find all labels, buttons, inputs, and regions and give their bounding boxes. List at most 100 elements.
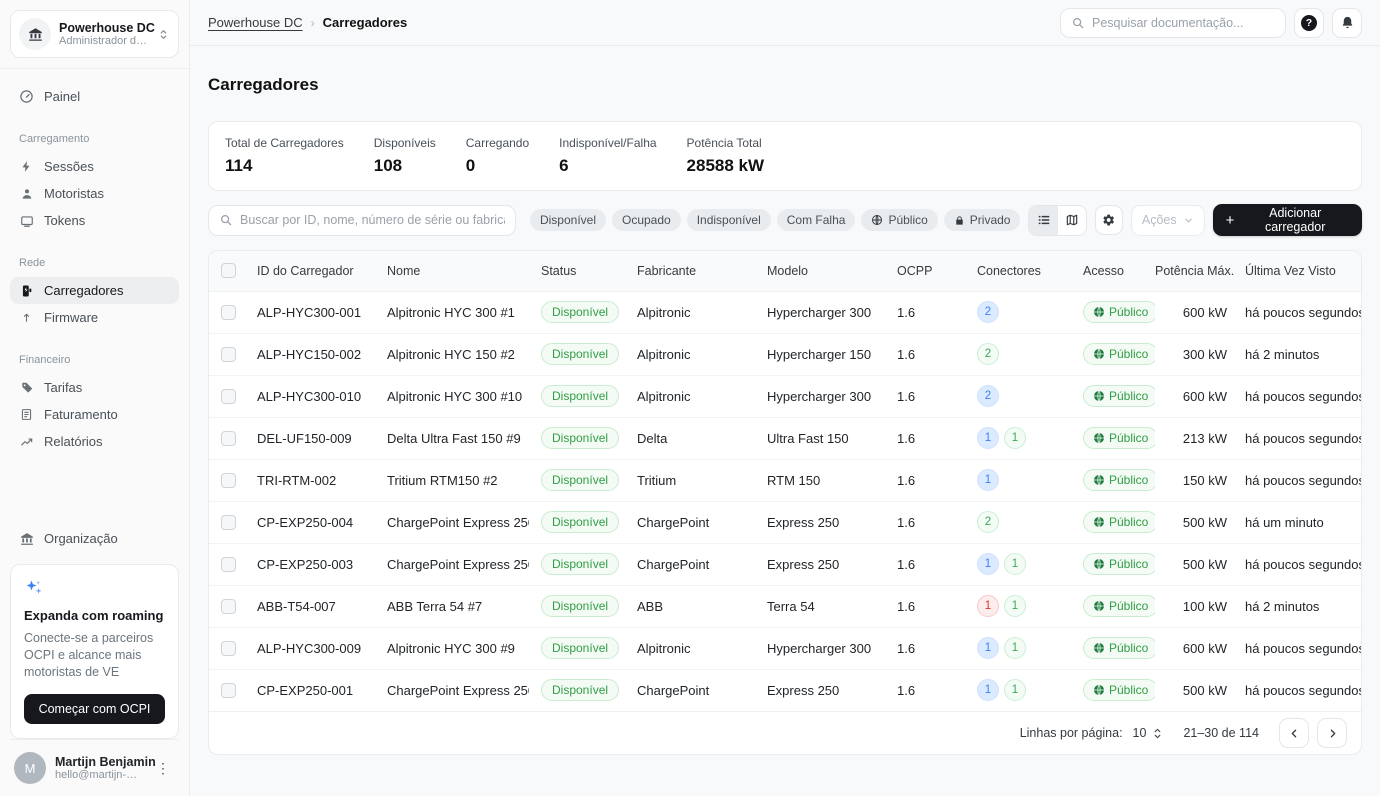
connector-badges: 11 <box>977 427 1026 449</box>
table-search[interactable] <box>208 205 516 236</box>
row-checkbox[interactable] <box>221 557 236 572</box>
help-button[interactable]: ? <box>1294 8 1324 38</box>
sidebar-item-motoristas[interactable]: Motoristas <box>10 180 179 207</box>
row-checkbox[interactable] <box>221 683 236 698</box>
rows-per-page-select[interactable]: 10 <box>1133 726 1164 740</box>
table-row[interactable]: ABB-T54-007 ABB Terra 54 #7 Disponível A… <box>209 585 1362 627</box>
breadcrumb: Powerhouse DC › Carregadores <box>208 15 407 30</box>
cell-model: Hypercharger 300 <box>755 627 885 669</box>
chip-publico[interactable]: Público <box>861 209 937 231</box>
sidebar-item-relatorios[interactable]: Relatórios <box>10 428 179 455</box>
col-header-status: Status <box>529 251 625 291</box>
row-checkbox[interactable] <box>221 515 236 530</box>
row-checkbox[interactable] <box>221 389 236 404</box>
row-checkbox[interactable] <box>221 431 236 446</box>
connector-count-badge: 1 <box>977 427 999 449</box>
chip-privado[interactable]: Privado <box>944 209 1021 231</box>
table-row[interactable]: CP-EXP250-004 ChargePoint Express 250 #4… <box>209 501 1362 543</box>
stat-label: Potência Total <box>687 136 765 150</box>
cell-charger-name: Alpitronic HYC 150 #2 <box>375 333 529 375</box>
cell-charger-id: ALP-HYC300-009 <box>245 627 375 669</box>
chip-disponivel[interactable]: Disponível <box>530 209 606 231</box>
next-page-button[interactable] <box>1317 718 1347 748</box>
row-checkbox[interactable] <box>221 305 236 320</box>
col-header-id: ID do Carregador <box>245 251 375 291</box>
table-header-row: ID do Carregador Nome Status Fabricante … <box>209 251 1362 291</box>
table-row[interactable]: TRI-RTM-002 Tritium RTM150 #2 Disponível… <box>209 459 1362 501</box>
kebab-menu-icon[interactable]: ⋮ <box>151 758 175 779</box>
select-all-checkbox[interactable] <box>221 263 236 278</box>
table-row[interactable]: ALP-HYC300-010 Alpitronic HYC 300 #10 Di… <box>209 375 1362 417</box>
cell-model: Hypercharger 300 <box>755 291 885 333</box>
chip-ocupado[interactable]: Ocupado <box>612 209 681 231</box>
sidebar-item-label: Firmware <box>44 310 98 325</box>
table-row[interactable]: ALP-HYC300-009 Alpitronic HYC 300 #9 Dis… <box>209 627 1362 669</box>
docs-search[interactable] <box>1060 8 1286 38</box>
cell-manufacturer: Alpitronic <box>625 627 755 669</box>
chip-com-falha[interactable]: Com Falha <box>777 209 856 231</box>
chargers-table: ID do Carregador Nome Status Fabricante … <box>209 251 1362 711</box>
sidebar-item-label: Painel <box>44 89 80 104</box>
sidebar-item-firmware[interactable]: Firmware <box>10 304 179 331</box>
table-footer: Linhas por página: 10 21–30 de 114 <box>209 711 1361 754</box>
actions-dropdown[interactable]: Ações <box>1131 205 1205 236</box>
table-settings-button[interactable] <box>1095 205 1123 235</box>
table-row[interactable]: ALP-HYC150-002 Alpitronic HYC 150 #2 Dis… <box>209 333 1362 375</box>
cell-model: Express 250 <box>755 501 885 543</box>
sidebar-item-organizacao[interactable]: Organização <box>10 525 179 552</box>
status-badge: Disponível <box>541 637 619 659</box>
sidebar-item-faturamento[interactable]: Faturamento <box>10 401 179 428</box>
org-switcher[interactable]: Powerhouse DC Administrador da ... <box>10 10 179 58</box>
cell-manufacturer: ChargePoint <box>625 669 755 711</box>
table-row[interactable]: CP-EXP250-003 ChargePoint Express 250 #3… <box>209 543 1362 585</box>
start-ocpi-button[interactable]: Começar com OCPI <box>24 694 165 724</box>
prev-page-button[interactable] <box>1279 718 1309 748</box>
user-menu[interactable]: M Martijn Benjamin hello@martijn-benja..… <box>10 739 179 796</box>
sparkles-icon <box>24 578 165 598</box>
card-icon <box>19 214 34 228</box>
cell-max-power: 213 kW <box>1155 417 1231 459</box>
breadcrumb-parent[interactable]: Powerhouse DC <box>208 15 303 30</box>
sidebar-item-carregadores[interactable]: Carregadores <box>10 277 179 304</box>
notifications-button[interactable] <box>1332 8 1362 38</box>
cell-charger-id: CP-EXP250-004 <box>245 501 375 543</box>
status-badge: Disponível <box>541 553 619 575</box>
row-checkbox[interactable] <box>221 641 236 656</box>
cell-manufacturer: ChargePoint <box>625 543 755 585</box>
gauge-icon <box>19 89 34 104</box>
table-search-input[interactable] <box>240 213 505 227</box>
add-charger-button[interactable]: + Adicionar carregador <box>1213 204 1362 236</box>
sidebar-item-label: Organização <box>44 531 118 546</box>
trend-chart-icon <box>19 435 34 449</box>
sidebar-item-tokens[interactable]: Tokens <box>10 207 179 234</box>
access-badge: Público <box>1083 595 1155 617</box>
row-checkbox[interactable] <box>221 599 236 614</box>
connector-count-badge: 1 <box>977 469 999 491</box>
stat-value: 108 <box>374 156 436 176</box>
cell-max-power: 500 kW <box>1155 543 1231 585</box>
table-row[interactable]: ALP-HYC300-001 Alpitronic HYC 300 #1 Dis… <box>209 291 1362 333</box>
bell-icon <box>1340 15 1355 30</box>
docs-search-input[interactable] <box>1092 16 1275 30</box>
connector-badges: 2 <box>977 385 999 407</box>
row-checkbox[interactable] <box>221 473 236 488</box>
cell-manufacturer: Alpitronic <box>625 375 755 417</box>
sidebar-item-sessoes[interactable]: Sessões <box>10 153 179 180</box>
cell-max-power: 500 kW <box>1155 501 1231 543</box>
row-checkbox[interactable] <box>221 347 236 362</box>
connector-count-badge: 1 <box>977 637 999 659</box>
sidebar-item-label: Faturamento <box>44 407 118 422</box>
stat-potencia: Potência Total 28588 kW <box>687 136 765 176</box>
sidebar-item-painel[interactable]: Painel <box>10 83 179 110</box>
chip-indisponivel[interactable]: Indisponível <box>687 209 771 231</box>
user-email: hello@martijn-benja... <box>55 769 142 781</box>
status-badge: Disponível <box>541 595 619 617</box>
cell-charger-id: ABB-T54-007 <box>245 585 375 627</box>
table-row[interactable]: CP-EXP250-001 ChargePoint Express 250 #1… <box>209 669 1362 711</box>
list-view-button[interactable] <box>1029 206 1057 235</box>
cell-model: Terra 54 <box>755 585 885 627</box>
map-view-button[interactable] <box>1058 206 1086 235</box>
sidebar-item-tarifas[interactable]: Tarifas <box>10 374 179 401</box>
table-row[interactable]: DEL-UF150-009 Delta Ultra Fast 150 #9 Di… <box>209 417 1362 459</box>
cell-model: Ultra Fast 150 <box>755 417 885 459</box>
